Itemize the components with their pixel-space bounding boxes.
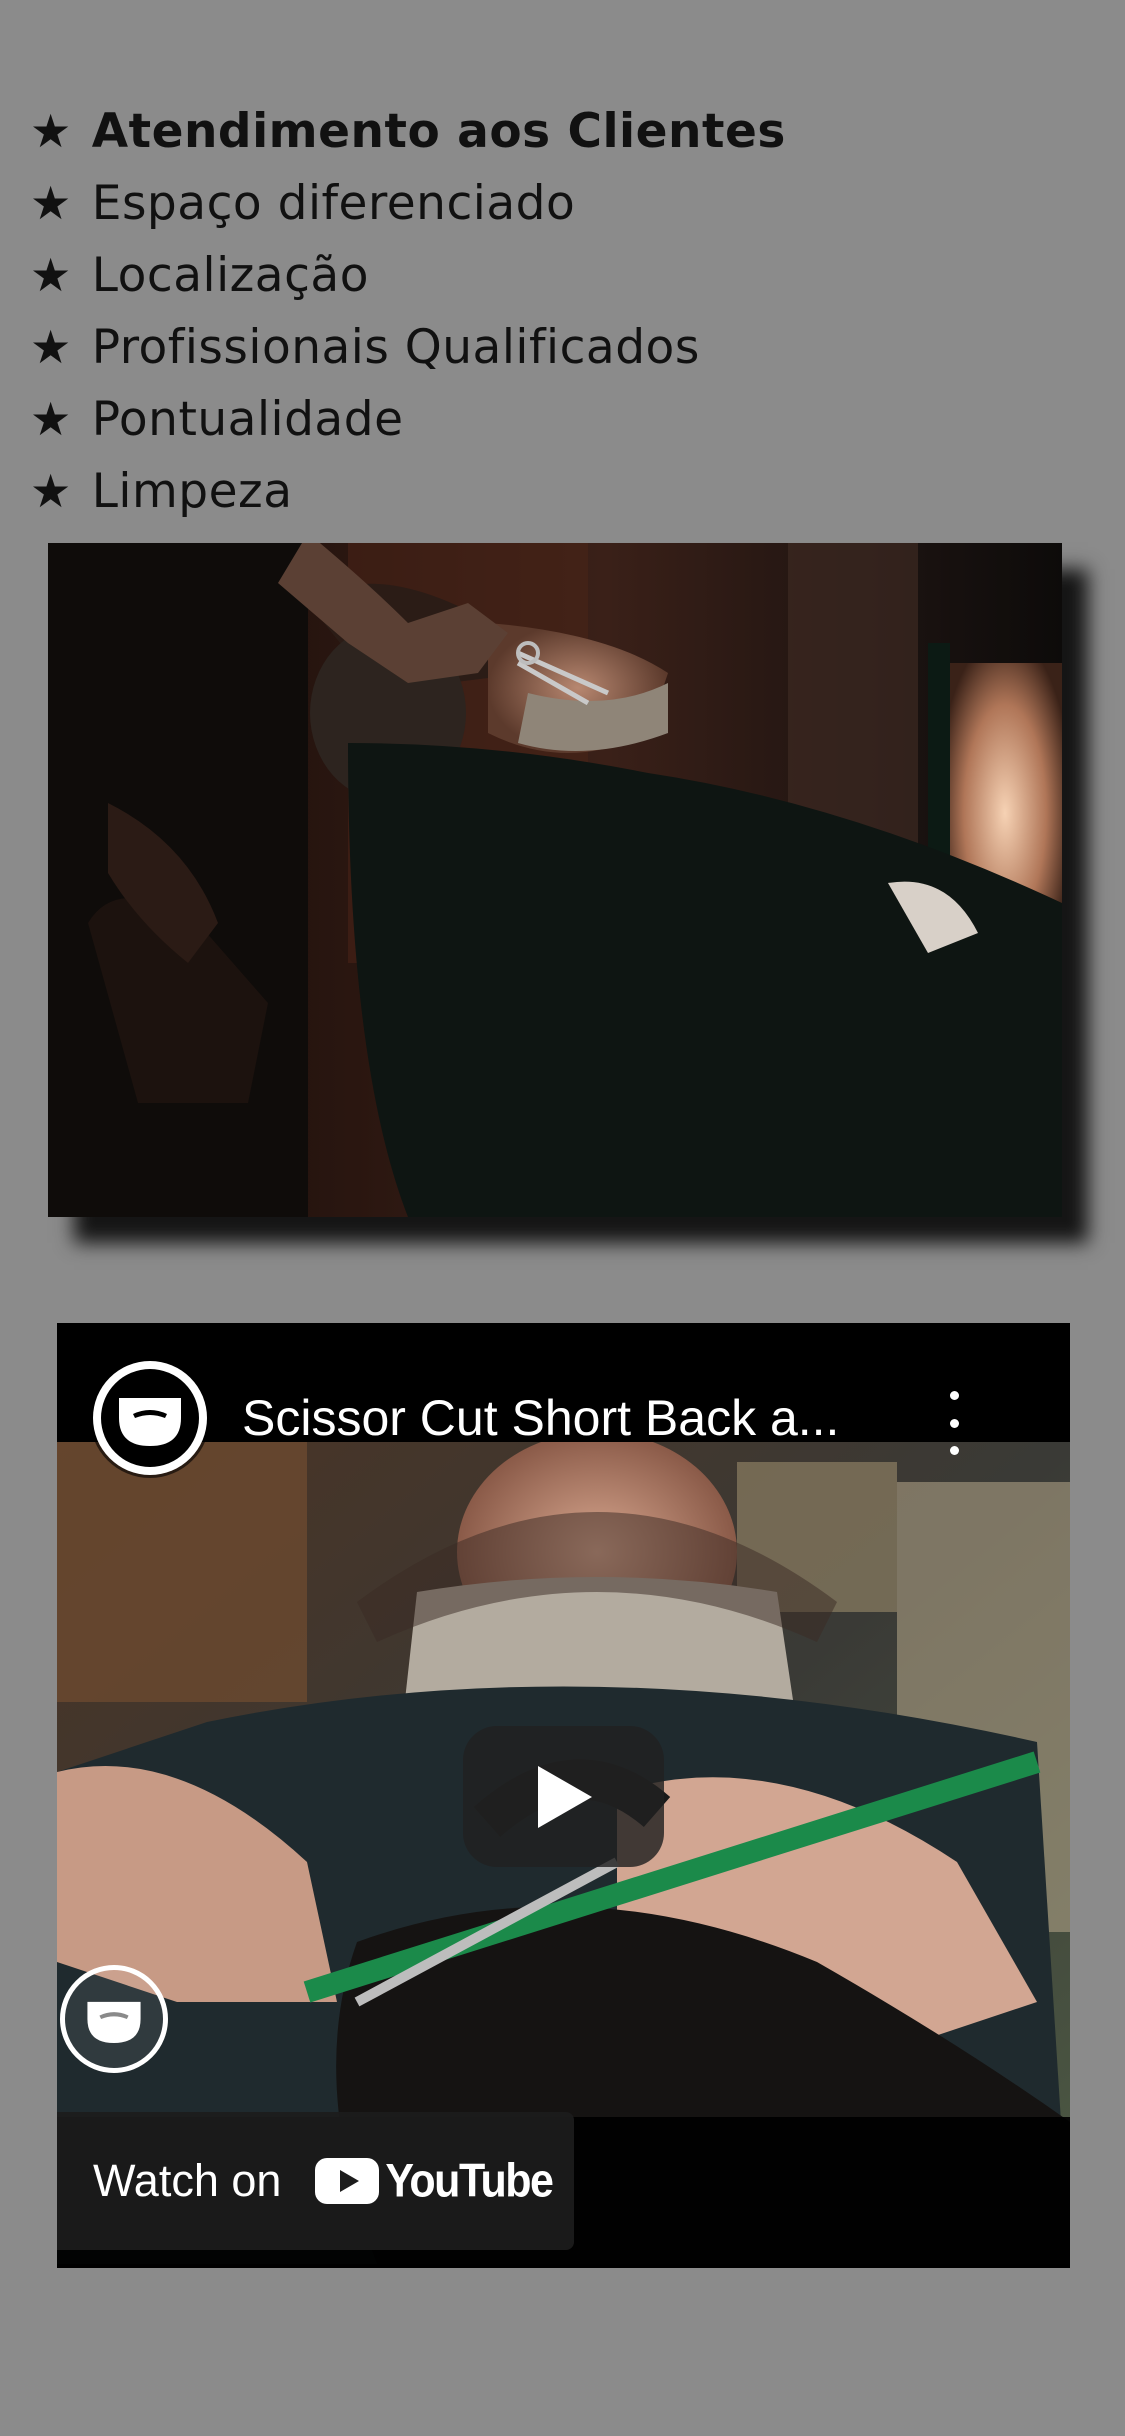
youtube-play-icon [315, 2158, 380, 2204]
beard-logo-icon [87, 2001, 141, 2043]
feature-list: ★ Atendimento aos Clientes ★ Espaço dife… [30, 95, 786, 527]
video-title[interactable]: Scissor Cut Short Back a... [242, 1389, 839, 1447]
feature-label: Atendimento aos Clientes [91, 103, 786, 159]
play-button[interactable] [463, 1726, 664, 1867]
watch-on-youtube-button[interactable]: Watch on YouTube [57, 2112, 574, 2250]
feature-item: ★ Espaço diferenciado [30, 167, 786, 239]
star-icon: ★ [30, 248, 72, 302]
video-embed[interactable]: Scissor Cut Short Back a... Watch on You… [57, 1323, 1070, 2268]
feature-label: Limpeza [91, 463, 293, 519]
feature-label: Espaço diferenciado [91, 175, 576, 231]
watch-on-label: Watch on [93, 2155, 282, 2206]
channel-watermark[interactable] [60, 1965, 168, 2073]
feature-item: ★ Pontualidade [30, 383, 786, 455]
star-icon: ★ [30, 392, 72, 446]
beard-logo-icon [119, 1398, 181, 1446]
star-icon: ★ [30, 464, 72, 518]
feature-item: ★ Profissionais Qualificados [30, 311, 786, 383]
feature-item: ★ Atendimento aos Clientes [30, 95, 786, 167]
star-icon: ★ [30, 320, 72, 374]
barbershop-photo [48, 543, 1062, 1217]
youtube-wordmark: YouTube [385, 2154, 554, 2207]
youtube-logo-icon: YouTube [315, 2154, 554, 2207]
feature-label: Localização [91, 247, 369, 303]
barber-trimming-beard-image [48, 543, 1062, 1217]
star-icon: ★ [30, 176, 72, 230]
play-icon [537, 1765, 592, 1828]
star-icon: ★ [30, 104, 72, 158]
feature-item: ★ Limpeza [30, 455, 786, 527]
channel-avatar[interactable] [93, 1361, 207, 1475]
feature-item: ★ Localização [30, 239, 786, 311]
feature-label: Profissionais Qualificados [91, 319, 700, 375]
feature-label: Pontualidade [91, 391, 404, 447]
more-vertical-icon[interactable] [939, 1391, 969, 1455]
